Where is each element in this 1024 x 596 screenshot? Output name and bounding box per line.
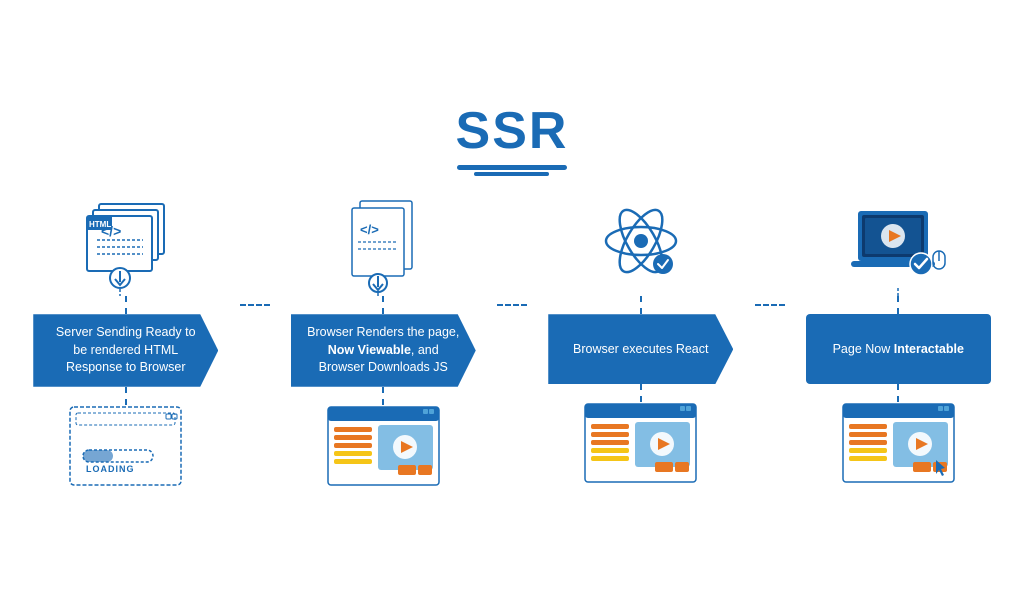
laptop-icon	[843, 196, 953, 296]
h-arrow-2	[497, 304, 527, 306]
h-arrow-3	[755, 304, 785, 306]
main-container: SSR HTML	[12, 101, 1012, 495]
step2-arrow-down2	[382, 387, 384, 405]
js-file-icon: .JS </>	[338, 196, 428, 296]
react-atom-icon	[591, 196, 691, 296]
page-title: SSR	[456, 101, 569, 161]
step3-label-box: Browser executes React	[548, 314, 733, 384]
step4-screen	[841, 402, 956, 492]
step-1: HTML </>	[12, 186, 240, 495]
step4-icon-area	[843, 186, 953, 296]
svg-text:LOADING: LOADING	[86, 464, 135, 474]
step1-screen: LOADING	[68, 405, 183, 495]
svg-text:</>: </>	[101, 223, 121, 239]
loading-screen-icon: LOADING	[68, 405, 183, 487]
connector-3	[755, 186, 785, 306]
step1-arrow-down2	[125, 387, 127, 405]
step3-screen	[583, 402, 698, 492]
browser-react-icon	[583, 402, 698, 484]
step1-icon-area: HTML </>	[71, 186, 181, 296]
step3-arrow-down2	[640, 384, 642, 402]
step1-arrow-down	[125, 296, 127, 314]
step-3: Browser executes React	[527, 186, 755, 492]
html-server-icon: HTML </>	[71, 196, 181, 296]
title-section: SSR	[456, 101, 569, 176]
step1-label-box: Server Sending Ready to be rendered HTML…	[33, 314, 218, 387]
step4-label-box: Page Now Interactable	[806, 314, 991, 384]
step4-arrow-down	[897, 296, 899, 314]
step2-label: Browser Renders the page, Now Viewable, …	[305, 324, 462, 377]
browser-interactive-icon	[841, 402, 956, 484]
step4-label: Page Now Interactable	[833, 341, 964, 359]
step-4: Page Now Interactable	[785, 186, 1013, 492]
browser-viewable-icon	[326, 405, 441, 487]
step4-arrow-down2	[897, 384, 899, 402]
h-arrow-1	[240, 304, 270, 306]
steps-row: HTML </>	[12, 186, 1012, 495]
step-2: .JS </> Browser Renders the pag	[270, 186, 498, 495]
step2-icon-area: .JS </>	[338, 186, 428, 296]
connector-2	[497, 186, 527, 306]
step2-screen	[326, 405, 441, 495]
step3-label: Browser executes React	[573, 341, 708, 359]
step1-label: Server Sending Ready to be rendered HTML…	[47, 324, 204, 377]
step2-arrow-down	[382, 296, 384, 314]
step3-arrow-down	[640, 296, 642, 314]
svg-text:</>: </>	[360, 222, 379, 237]
step2-label-box: Browser Renders the page, Now Viewable, …	[291, 314, 476, 387]
connector-1	[240, 186, 270, 306]
step3-icon-area	[591, 186, 691, 296]
